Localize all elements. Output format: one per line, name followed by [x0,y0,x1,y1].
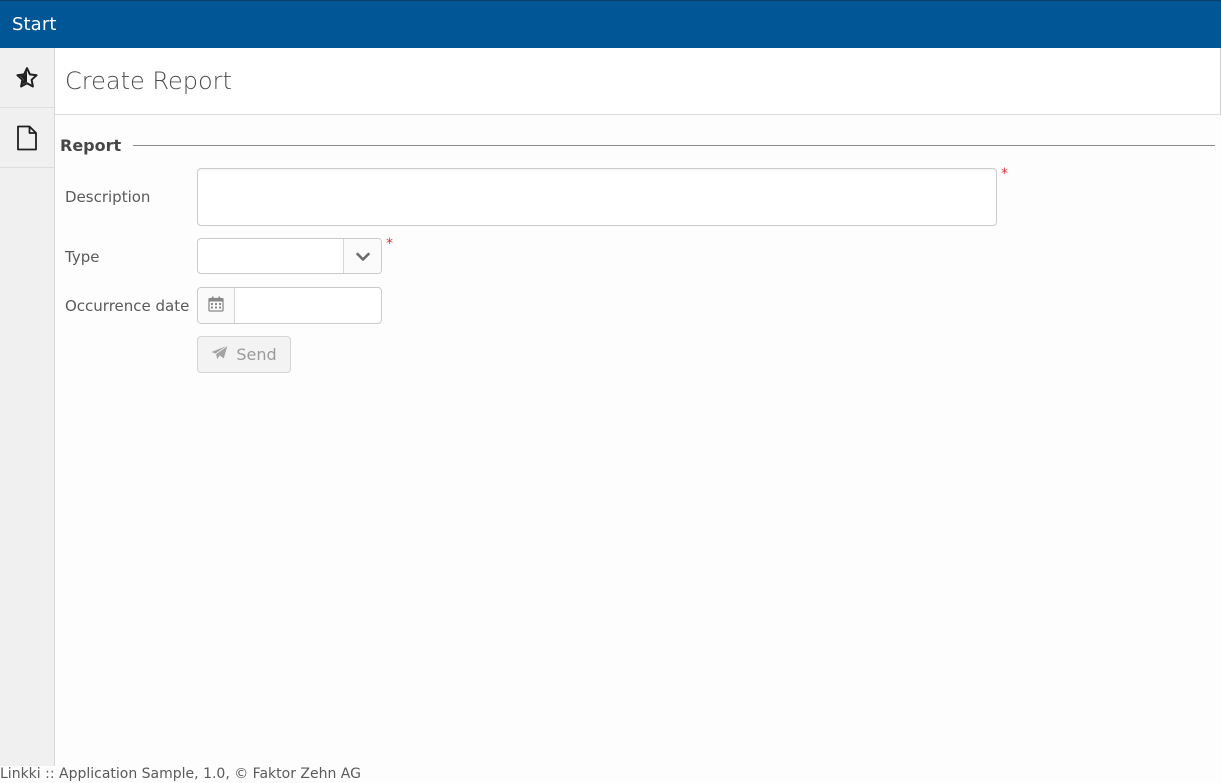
description-label: Description [65,188,151,206]
star-icon [15,66,39,90]
section-caption: Report [60,135,122,155]
app-window: Start Create Report Report Description *… [0,0,1221,783]
type-label: Type [65,248,100,266]
section-divider [133,144,1215,146]
send-button[interactable]: Send [197,336,291,373]
date-picker-button[interactable] [198,288,235,323]
chevron-down-icon [355,247,370,266]
top-bar: Start [0,0,1221,48]
type-required-indicator: * [386,236,393,252]
type-dropdown-button[interactable] [343,239,381,273]
footer-text: Linkki :: Application Sample, 1.0, © Fak… [0,766,361,782]
paper-plane-icon [211,345,229,364]
page-title: Create Report [65,67,232,95]
sidebar-item-favorites[interactable] [0,48,54,108]
sidebar-item-report[interactable] [0,108,54,168]
page-header: Create Report [55,48,1221,115]
main-content: Create Report Report Description * Type … [55,48,1221,766]
calendar-icon [208,296,224,316]
occurrence-date-label: Occurrence date [65,297,190,315]
type-select[interactable] [197,238,382,274]
description-textarea[interactable] [197,168,997,226]
description-required-indicator: * [1001,166,1008,182]
section-header: Report [60,134,1215,156]
occurrence-date-field[interactable] [197,287,382,324]
app-title[interactable]: Start [12,14,56,35]
send-button-label: Send [236,345,277,364]
sidebar [0,48,55,766]
document-icon [16,125,38,151]
